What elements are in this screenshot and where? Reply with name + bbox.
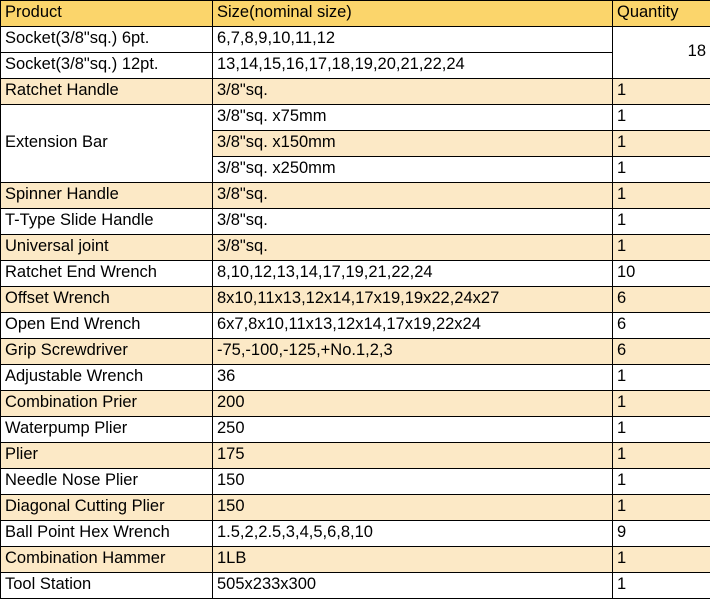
cell-quantity: 1	[612, 156, 710, 183]
cell-product: Spinner Handle	[0, 182, 213, 209]
cell-size: 3/8"sq.	[212, 208, 613, 235]
cell-size: 3/8"sq.	[212, 78, 613, 105]
column-header-size: Size(nominal size)	[212, 0, 613, 27]
cell-quantity: 1	[612, 234, 710, 261]
table-header-row: Product Size(nominal size) Quantity	[0, 0, 710, 27]
cell-product: Open End Wrench	[0, 312, 213, 339]
cell-quantity: 6	[612, 338, 710, 365]
cell-size: 8x10,11x13,12x14,17x19,19x22,24x27	[212, 286, 613, 313]
cell-product: Tool Station	[0, 572, 213, 599]
cell-quantity: 10	[612, 260, 710, 287]
cell-size: 250	[212, 416, 613, 443]
cell-quantity: 6	[612, 286, 710, 313]
table-row: Ball Point Hex Wrench 1.5,2,2.5,3,4,5,6,8…	[0, 520, 710, 547]
cell-size: 36	[212, 364, 613, 391]
cell-quantity: 1	[612, 468, 710, 495]
table-row: Spinner Handle 3/8"sq. 1	[0, 182, 710, 209]
cell-product: Combination Hammer	[0, 546, 213, 573]
table-row: Universal joint 3/8"sq. 1	[0, 234, 710, 261]
cell-quantity: 9	[612, 520, 710, 547]
cell-size: 6,7,8,9,10,11,12	[212, 26, 613, 53]
table-row: Socket(3/8"sq.) 6pt. 6,7,8,9,10,11,12 18	[0, 26, 710, 79]
cell-size: 3/8"sq.	[212, 234, 613, 261]
cell-product: Plier	[0, 442, 213, 469]
cell-size: 6x7,8x10,11x13,12x14,17x19,22x24	[212, 312, 613, 339]
cell-product: T-Type Slide Handle	[0, 208, 213, 235]
cell-product: Waterpump Plier	[0, 416, 213, 443]
cell-size: 3/8"sq. x250mm	[212, 156, 613, 183]
column-header-quantity: Quantity	[612, 0, 710, 27]
table-row: Combination Hammer 1LB 1	[0, 546, 710, 573]
cell-size: -75,-100,-125,+No.1,2,3	[212, 338, 613, 365]
cell-size: 13,14,15,16,17,18,19,20,21,22,24	[212, 52, 613, 79]
cell-quantity: 1	[612, 208, 710, 235]
table-header: Product Size(nominal size) Quantity	[0, 0, 710, 27]
cell-quantity: 1	[612, 182, 710, 209]
cell-quantity: 1	[612, 494, 710, 521]
cell-quantity: 1	[612, 442, 710, 469]
cell-product: Offset Wrench	[0, 286, 213, 313]
table-row: Extension Bar 3/8"sq. x75mm 1	[0, 104, 710, 183]
cell-product: Socket(3/8"sq.) 6pt.	[0, 26, 213, 53]
cell-product: Adjustable Wrench	[0, 364, 213, 391]
cell-product: Ratchet Handle	[0, 78, 213, 105]
table-body: Socket(3/8"sq.) 6pt. 6,7,8,9,10,11,12 18 So…	[0, 26, 710, 599]
cell-size: 505x233x300	[212, 572, 613, 599]
cell-product: Ratchet End Wrench	[0, 260, 213, 287]
cell-product: Needle Nose Plier	[0, 468, 213, 495]
cell-size: 175	[212, 442, 613, 469]
cell-quantity: 1	[612, 104, 710, 131]
table-row: Socket(3/8"sq.) 12pt. 13,14,15,16,17,18,1…	[0, 52, 710, 79]
cell-product: Combination Prier	[0, 390, 213, 417]
cell-size: 3/8"sq.	[212, 182, 613, 209]
table-row: Offset Wrench 8x10,11x13,12x14,17x19,19x2…	[0, 286, 710, 313]
cell-quantity: 1	[612, 546, 710, 573]
table-row: Waterpump Plier 250 1	[0, 416, 710, 443]
cell-product: Socket(3/8"sq.) 12pt.	[0, 52, 213, 79]
cell-size: 150	[212, 494, 613, 521]
cell-size: 1.5,2,2.5,3,4,5,6,8,10	[212, 520, 613, 547]
cell-quantity: 1	[612, 390, 710, 417]
table-row: Combination Prier 200 1	[0, 390, 710, 417]
column-header-product: Product	[0, 0, 213, 27]
table-row: Grip Screwdriver -75,-100,-125,+No.1,2,3 6	[0, 338, 710, 365]
product-specification-table: Product Size(nominal size) Quantity Sock…	[0, 0, 710, 599]
table-row: T-Type Slide Handle 3/8"sq. 1	[0, 208, 710, 235]
cell-quantity: 6	[612, 312, 710, 339]
cell-product: Universal joint	[0, 234, 213, 261]
cell-product: Grip Screwdriver	[0, 338, 213, 365]
cell-quantity: 1	[612, 78, 710, 105]
table-row: Diagonal Cutting Plier 150 1	[0, 494, 710, 521]
table-row: Ratchet Handle 3/8"sq. 1	[0, 78, 710, 105]
cell-product: Ball Point Hex Wrench	[0, 520, 213, 547]
cell-quantity: 1	[612, 364, 710, 391]
table-row: Needle Nose Plier 150 1	[0, 468, 710, 495]
cell-quantity: 1	[612, 130, 710, 157]
table-row: Tool Station 505x233x300 1	[0, 572, 710, 599]
cell-size: 150	[212, 468, 613, 495]
cell-product-merged: Extension Bar	[0, 104, 213, 183]
table-row: Open End Wrench 6x7,8x10,11x13,12x14,17x1…	[0, 312, 710, 339]
cell-size: 8,10,12,13,14,17,19,21,22,24	[212, 260, 613, 287]
cell-product: Diagonal Cutting Plier	[0, 494, 213, 521]
cell-quantity: 1	[612, 416, 710, 443]
cell-quantity-merged: 18	[612, 26, 710, 79]
cell-size: 200	[212, 390, 613, 417]
cell-size: 1LB	[212, 546, 613, 573]
table-row: Adjustable Wrench 36 1	[0, 364, 710, 391]
table-row: Ratchet End Wrench 8,10,12,13,14,17,19,21…	[0, 260, 710, 287]
cell-size: 3/8"sq. x75mm	[212, 104, 613, 131]
table-row: Plier 175 1	[0, 442, 710, 469]
cell-quantity: 1	[612, 572, 710, 599]
cell-size: 3/8"sq. x150mm	[212, 130, 613, 157]
